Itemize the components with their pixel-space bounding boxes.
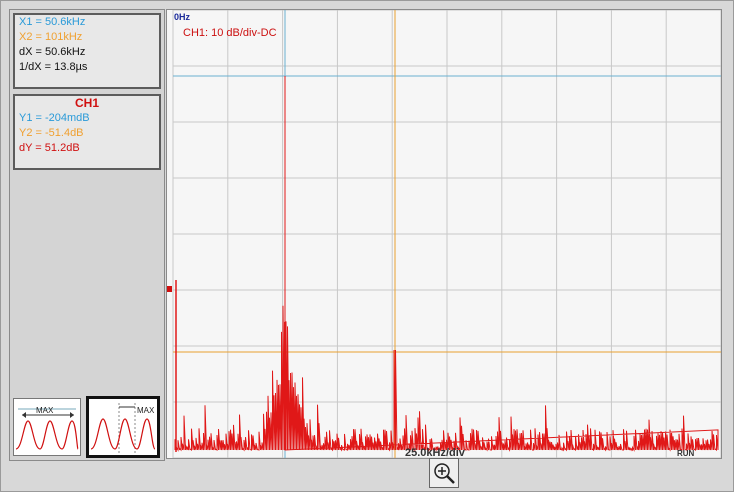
channel-readout-box: CH1 Y1 = -204mdB Y2 = -51.4dB dY = 51.2d… <box>13 94 161 170</box>
oscilloscope-window: X1 = 50.6kHz X2 = 101kHz dX = 50.6kHz 1/… <box>0 0 734 492</box>
max-hold-thumbnail[interactable]: MAX <box>13 398 81 456</box>
max-label-1: MAX <box>36 406 54 415</box>
zoom-in-icon <box>434 463 455 484</box>
dx-readout: dX = 50.6kHz <box>19 46 86 58</box>
cursor-readout-box: X1 = 50.6kHz X2 = 101kHz dX = 50.6kHz 1/… <box>13 13 161 89</box>
origin-frequency-label: 0Hz <box>174 12 191 22</box>
measurement-panel: X1 = 50.6kHz X2 = 101kHz dX = 50.6kHz 1/… <box>9 9 165 461</box>
x2-readout: X2 = 101kHz <box>19 31 83 43</box>
run-status-label: RUN <box>677 449 695 458</box>
y1-readout: Y1 = -204mdB <box>19 112 90 124</box>
channel-scale-label: CH1: 10 dB/div-DC <box>183 27 277 39</box>
zoom-button[interactable] <box>429 458 459 488</box>
max-hold-thumbnail-graphic: MAX <box>14 399 80 455</box>
y2-readout: Y2 = -51.4dB <box>19 127 84 139</box>
max-hold-cursor-thumbnail[interactable]: MAX <box>86 396 160 458</box>
x1-readout: X1 = 50.6kHz <box>19 16 86 28</box>
dy-readout: dY = 51.2dB <box>19 142 80 154</box>
inverse-dx-readout: 1/dX = 13.8µs <box>19 61 88 73</box>
max-hold-cursor-thumbnail-graphic: MAX <box>89 399 157 455</box>
spectrum-plot[interactable]: 0Hz CH1: 10 dB/div-DC 25.0kHz/div RUN <box>167 9 722 459</box>
max-label-2: MAX <box>137 406 155 415</box>
ch1-offset-marker <box>167 286 172 292</box>
spectrum-plot-area[interactable]: 0Hz CH1: 10 dB/div-DC 25.0kHz/div RUN <box>166 9 722 459</box>
channel-title: CH1 <box>74 96 99 110</box>
x-scale-label: 25.0kHz/div <box>405 447 466 458</box>
